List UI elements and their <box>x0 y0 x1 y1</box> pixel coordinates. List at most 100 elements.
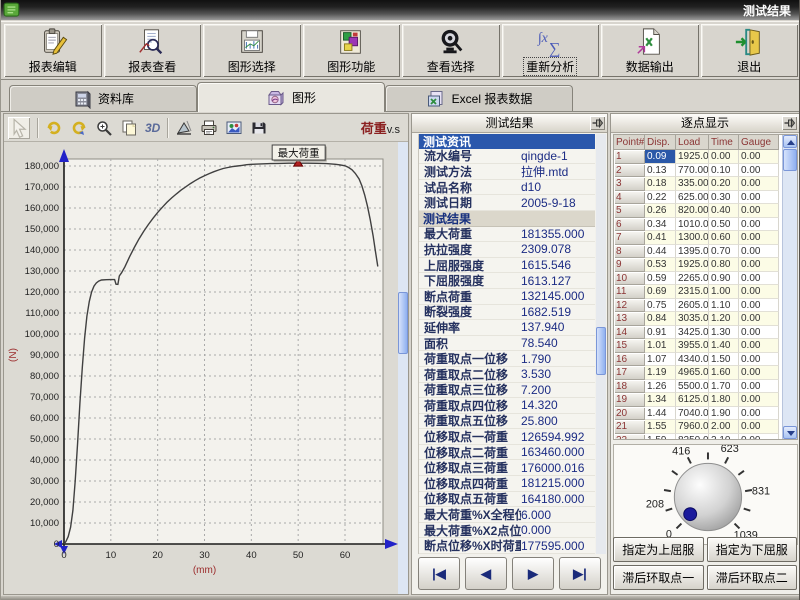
report-edit-button[interactable]: 报表编辑 <box>4 24 102 77</box>
row-number-cell[interactable]: 5 <box>614 204 645 218</box>
data-cell[interactable]: 7960.00 <box>676 420 709 434</box>
row-number-cell[interactable]: 14 <box>614 326 645 340</box>
data-cell[interactable]: 1925.00 <box>676 258 709 272</box>
chart-scrollbar-thumb[interactable] <box>398 292 408 354</box>
data-cell[interactable]: 0.22 <box>645 191 676 205</box>
data-cell[interactable]: 0.60 <box>709 231 739 245</box>
copy-page-button[interactable] <box>120 119 138 137</box>
data-cell[interactable]: 3035.00 <box>676 312 709 326</box>
result-row[interactable]: 流水编号qingde-1 <box>419 149 595 165</box>
chart-ruler-button[interactable] <box>175 119 193 137</box>
row-number-cell[interactable]: 3 <box>614 177 645 191</box>
print-button[interactable] <box>200 119 218 137</box>
data-cell[interactable]: 1.90 <box>709 407 739 421</box>
data-cell[interactable]: 0.10 <box>709 164 739 178</box>
data-cell[interactable]: 2605.00 <box>676 299 709 313</box>
data-cell[interactable]: 4965.00 <box>676 366 709 380</box>
data-cell[interactable]: 0.59 <box>645 272 676 286</box>
graph-select-button[interactable]: 图形选择 <box>203 24 301 77</box>
data-cell[interactable]: 0.00 <box>739 434 779 441</box>
point-selector-knob[interactable]: 02084166238311039 <box>614 445 797 544</box>
data-cell[interactable]: 1.01 <box>645 339 676 353</box>
result-row[interactable]: 位移取点四荷重181215.000 <box>419 476 595 492</box>
chart-scrollbar[interactable] <box>398 142 408 594</box>
data-cell[interactable]: 2.00 <box>709 420 739 434</box>
data-cell[interactable]: 4340.00 <box>676 353 709 367</box>
result-row[interactable]: 断点位移%X时荷重177595.000 <box>419 538 595 554</box>
result-row[interactable]: 位移取点二荷重163460.000 <box>419 445 595 461</box>
scroll-down-button[interactable] <box>783 426 797 439</box>
data-cell[interactable]: 0.00 <box>739 245 779 259</box>
data-cell[interactable]: 0.00 <box>739 258 779 272</box>
tab-graph[interactable]: 图形 <box>197 82 385 112</box>
row-number-cell[interactable]: 8 <box>614 245 645 259</box>
data-cell[interactable]: 0.00 <box>739 218 779 232</box>
data-cell[interactable]: 3425.00 <box>676 326 709 340</box>
result-row[interactable]: 荷重取点二位移3.530 <box>419 367 595 383</box>
data-cell[interactable]: 0.00 <box>739 177 779 191</box>
data-cell[interactable]: 1.44 <box>645 407 676 421</box>
load-curve-chart[interactable]: 010,00020,00030,00040,00050,00060,00070,… <box>6 142 402 594</box>
row-number-cell[interactable]: 13 <box>614 312 645 326</box>
result-row[interactable]: 最大荷重181355.000 <box>419 227 595 243</box>
data-cell[interactable]: 1.34 <box>645 393 676 407</box>
data-cell[interactable]: 0.20 <box>709 177 739 191</box>
data-cell[interactable]: 0.00 <box>739 272 779 286</box>
data-cell[interactable]: 1.19 <box>645 366 676 380</box>
data-cell[interactable]: 1.55 <box>645 420 676 434</box>
data-cell[interactable]: 0.53 <box>645 258 676 272</box>
data-cell[interactable]: 0.00 <box>739 326 779 340</box>
data-cell[interactable]: 0.00 <box>739 285 779 299</box>
data-cell[interactable]: 0.75 <box>645 299 676 313</box>
table-scrollbar-thumb[interactable] <box>783 149 797 171</box>
scroll-up-button[interactable] <box>783 135 797 148</box>
hysteresis-point-1-button[interactable]: 滞后环取点一 <box>613 565 704 590</box>
data-cell[interactable]: 0.00 <box>739 420 779 434</box>
data-cell[interactable]: 1.80 <box>709 393 739 407</box>
data-cell[interactable]: 1.70 <box>709 380 739 394</box>
data-cell[interactable]: 0.00 <box>739 393 779 407</box>
data-cell[interactable]: 0.00 <box>739 204 779 218</box>
column-header-time[interactable]: Time <box>709 135 739 150</box>
data-cell[interactable]: 0.00 <box>739 380 779 394</box>
data-cell[interactable]: 3955.00 <box>676 339 709 353</box>
data-cell[interactable]: 0.09 <box>645 150 676 164</box>
row-number-cell[interactable]: 11 <box>614 285 645 299</box>
3d-view-button[interactable]: 3D <box>145 121 160 135</box>
data-cell[interactable]: 0.00 <box>739 191 779 205</box>
result-row[interactable]: 面积78.540 <box>419 336 595 352</box>
save-button[interactable] <box>250 119 268 137</box>
data-cell[interactable]: 1.26 <box>645 380 676 394</box>
rotate-cw-button[interactable] <box>70 119 88 137</box>
first-record-button[interactable]: |◀ <box>418 557 460 590</box>
rotate-ccw-button[interactable] <box>45 119 63 137</box>
row-number-cell[interactable]: 9 <box>614 258 645 272</box>
data-cell[interactable]: 1.50 <box>709 353 739 367</box>
data-output-button[interactable]: 数据输出 <box>601 24 699 77</box>
results-scrollbar[interactable] <box>596 134 606 554</box>
results-scrollbar-thumb[interactable] <box>596 327 606 375</box>
reanalyze-button[interactable]: ∫x∑重新分析 <box>502 24 600 77</box>
data-cell[interactable]: 0.41 <box>645 231 676 245</box>
result-row[interactable]: 断点荷重132145.000 <box>419 289 595 305</box>
pin-icon[interactable] <box>782 116 797 130</box>
hysteresis-point-2-button[interactable]: 滞后环取点二 <box>707 565 798 590</box>
data-cell[interactable]: 0.13 <box>645 164 676 178</box>
data-cell[interactable]: 5500.00 <box>676 380 709 394</box>
row-number-cell[interactable]: 19 <box>614 393 645 407</box>
last-record-button[interactable]: ▶| <box>559 557 601 590</box>
data-cell[interactable]: 0.00 <box>739 164 779 178</box>
exit-button[interactable]: 退出 <box>701 24 799 77</box>
data-cell[interactable]: 1.30 <box>709 326 739 340</box>
data-cell[interactable]: 0.18 <box>645 177 676 191</box>
result-row[interactable]: 测试日期2005-9-18 <box>419 195 595 211</box>
set-upper-yield-button[interactable]: 指定为上屈服 <box>613 537 704 562</box>
data-cell[interactable]: 1010.00 <box>676 218 709 232</box>
data-cell[interactable]: 0.34 <box>645 218 676 232</box>
tab-excel-report[interactable]: Excel 报表数据 <box>385 85 573 111</box>
graph-function-button[interactable]: 图形功能 <box>303 24 401 77</box>
data-cell[interactable]: 2265.00 <box>676 272 709 286</box>
result-row[interactable]: 位移取点一荷重126594.992 <box>419 429 595 445</box>
result-row[interactable]: 断裂强度1682.519 <box>419 305 595 321</box>
data-cell[interactable]: 1925.00 <box>676 150 709 164</box>
